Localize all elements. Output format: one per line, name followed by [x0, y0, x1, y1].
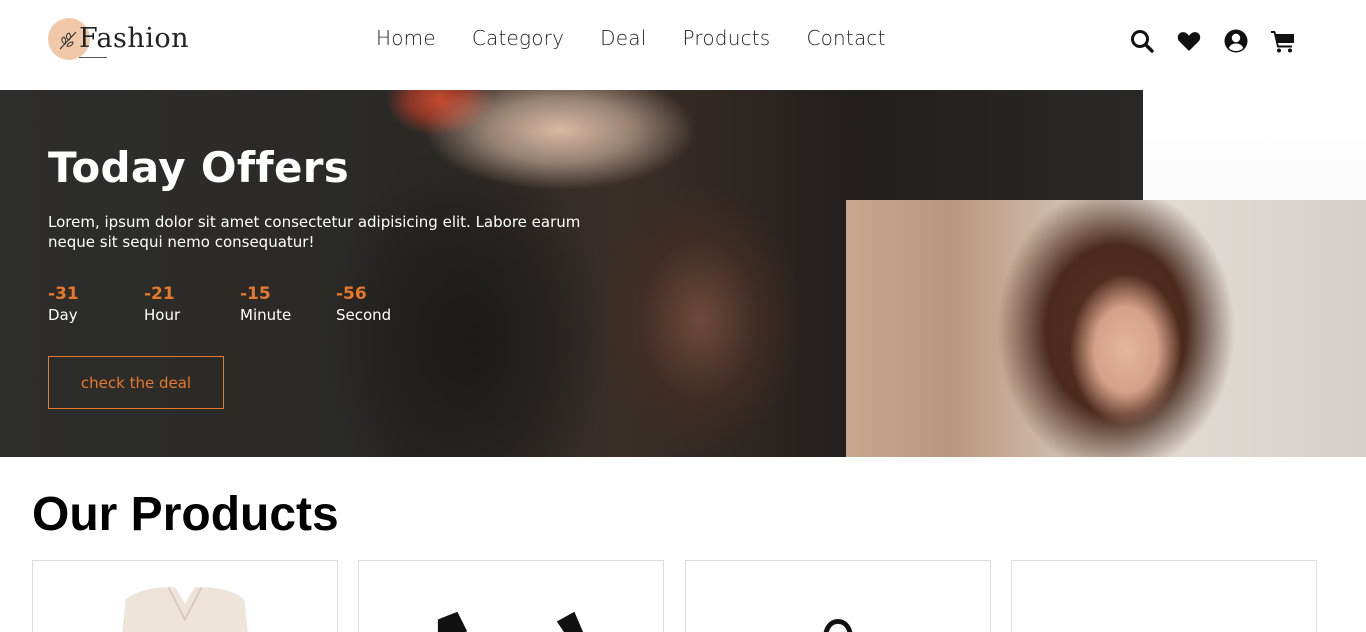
countdown-label: Day [48, 306, 78, 324]
user-circle-icon [1224, 29, 1248, 53]
logo[interactable]: Fashion [48, 18, 198, 64]
countdown: -31 Day -21 Hour -15 Minute -56 Second [48, 284, 432, 326]
search-icon [1131, 30, 1154, 53]
nav-category[interactable]: Category [472, 26, 564, 56]
hero-title: Today Offers [48, 143, 350, 192]
heart-icon [1177, 32, 1201, 51]
countdown-second: -56 Second [336, 284, 432, 326]
countdown-value: -21 [144, 284, 175, 304]
main-nav: Home Category Deal Products Contact [376, 26, 886, 56]
countdown-value: -56 [336, 284, 367, 304]
product-card[interactable] [32, 560, 338, 632]
hero-description: Lorem, ipsum dolor sit amet consectetur … [48, 213, 581, 251]
nav-deal[interactable]: Deal [600, 26, 646, 56]
cart-button[interactable] [1269, 27, 1297, 55]
product-image [1012, 561, 1316, 632]
check-deal-button[interactable]: check the deal [48, 356, 224, 409]
search-button[interactable] [1128, 27, 1156, 55]
nav-products[interactable]: Products [682, 26, 770, 56]
nav-home[interactable]: Home [376, 26, 436, 56]
countdown-label: Second [336, 306, 392, 324]
countdown-hour: -21 Hour [144, 284, 240, 326]
nav-contact[interactable]: Contact [806, 26, 885, 56]
countdown-value: -31 [48, 284, 79, 304]
countdown-value: -15 [240, 284, 271, 304]
countdown-day: -31 Day [48, 284, 144, 326]
hero-model-image [846, 200, 1366, 457]
account-button[interactable] [1222, 27, 1250, 55]
countdown-label: Minute [240, 306, 292, 324]
products-title: Our Products [32, 488, 339, 541]
blazer-image [122, 586, 248, 632]
black-top-image [437, 611, 584, 632]
product-card[interactable] [685, 560, 991, 632]
countdown-minute: -15 Minute [240, 284, 336, 326]
countdown-label: Hour [144, 306, 181, 324]
header-icons [1128, 27, 1297, 55]
bag-image [823, 619, 853, 632]
product-card[interactable] [358, 560, 664, 632]
logo-text: Fashion [79, 23, 190, 54]
logo-underline [79, 57, 107, 58]
hero-banner: Today Offers Lorem, ipsum dolor sit amet… [0, 90, 1366, 457]
site-header: Fashion Home Category Deal Products Cont… [0, 0, 1366, 90]
product-card[interactable] [1011, 560, 1317, 632]
cart-icon [1271, 31, 1294, 53]
wishlist-button[interactable] [1175, 27, 1203, 55]
